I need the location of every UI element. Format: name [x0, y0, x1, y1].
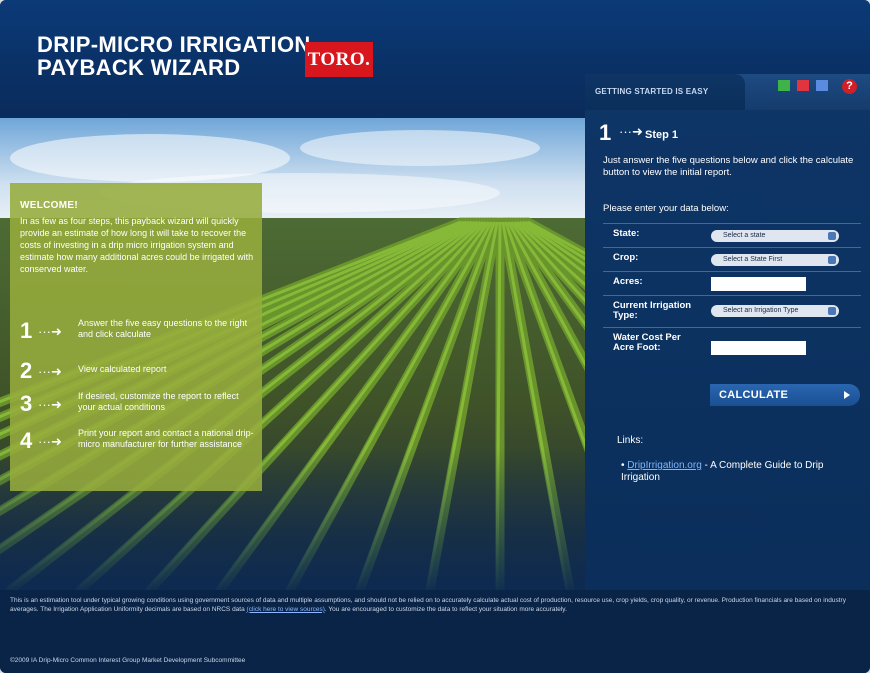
irrigation-label: Current Irrigation Type: [613, 300, 692, 321]
drip-irrigation-link[interactable]: DripIrrigation.org [627, 460, 701, 471]
step-panel: 1 ···➜ Step 1 Just answer the five quest… [585, 110, 870, 590]
step-number: 2 [20, 358, 33, 383]
acres-label: Acres: [613, 276, 643, 287]
wizard-frame: DRIP-MICRO IRRIGATION PAYBACK WIZARD TOR… [0, 0, 870, 673]
state-select[interactable]: Select a state [711, 230, 839, 242]
red-square-icon[interactable] [797, 80, 809, 91]
step-number: 1 [599, 120, 612, 145]
instructions: Just answer the five questions below and… [603, 155, 854, 178]
enter-data-label: Please enter your data below: [603, 203, 729, 214]
calculate-label: CALCULATE [719, 389, 789, 401]
chevron-down-icon [828, 307, 836, 315]
dotted-arrow-icon: ···➜ [38, 434, 62, 449]
acres-row: Acres: [603, 271, 861, 295]
state-select-value: Select a state [723, 232, 766, 239]
dotted-arrow-icon: ···➜ [38, 364, 62, 379]
welcome-step-2: 2 ···➜ View calculated report [20, 358, 260, 394]
irrigation-select[interactable]: Select an Irrigation Type [711, 305, 839, 317]
dotted-arrow-icon: ···➜ [38, 324, 62, 339]
chevron-down-icon [828, 232, 836, 240]
welcome-step-1: 1 ···➜ Answer the five easy questions to… [20, 318, 260, 354]
calculate-button[interactable]: CALCULATE [710, 384, 860, 406]
step-number: 4 [20, 428, 33, 453]
welcome-title: WELCOME! [20, 200, 78, 211]
crop-select-value: Select a State First [723, 256, 783, 263]
dotted-arrow-icon: ···➜ [38, 397, 62, 412]
title-line-1: DRIP-MICRO IRRIGATION [37, 32, 311, 57]
help-icon[interactable]: ? [842, 79, 857, 94]
step-text: Answer the five easy questions to the ri… [78, 318, 248, 339]
disclaimer-text-end: . You are encouraged to customize the da… [324, 605, 567, 613]
view-sources-link[interactable]: (click here to view sources) [247, 606, 325, 613]
title-line-2: PAYBACK WIZARD [37, 55, 241, 80]
step-text: Print your report and contact a national… [78, 428, 254, 449]
step-text: If desired, customize the report to refl… [78, 391, 239, 412]
welcome-panel: WELCOME! In as few as four steps, this p… [10, 183, 262, 491]
water-cost-row: Water Cost Per Acre Foot: [603, 327, 861, 365]
footer: This is an estimation tool under typical… [0, 590, 870, 673]
irrigation-row: Current Irrigation Type: Select an Irrig… [603, 295, 861, 327]
step-text: View calculated report [78, 364, 167, 374]
state-row: State: Select a state [603, 223, 861, 247]
toro-logo: TORO. [305, 42, 373, 77]
irrigation-select-value: Select an Irrigation Type [723, 307, 799, 314]
water-cost-label: Water Cost Per Acre Foot: [613, 332, 681, 353]
blue-square-icon[interactable] [816, 80, 828, 91]
state-label: State: [613, 228, 640, 239]
acres-input[interactable] [711, 277, 806, 291]
step-number: 1 [20, 318, 33, 343]
welcome-text: In as few as four steps, this payback wi… [20, 216, 254, 274]
green-square-icon[interactable] [778, 80, 790, 91]
welcome-step-3: 3 ···➜ If desired, customize the report … [20, 391, 260, 427]
dotted-arrow-icon: ···➜ [619, 124, 643, 139]
crop-select[interactable]: Select a State First [711, 254, 839, 266]
welcome-step-4: 4 ···➜ Print your report and contact a n… [20, 428, 260, 464]
chevron-down-icon [828, 256, 836, 264]
step-label: Step 1 [645, 129, 679, 141]
links-heading: Links: [617, 435, 644, 446]
crop-row: Crop: Select a State First [603, 247, 861, 271]
water-cost-input[interactable] [711, 341, 806, 355]
copyright: ©2009 IA Drip-Micro Common Interest Grou… [10, 657, 246, 664]
getting-started-tab: GETTING STARTED IS EASY [585, 74, 745, 110]
crop-label: Crop: [613, 252, 639, 263]
link-list-item: • DripIrrigation.org - A Complete Guide … [621, 460, 856, 484]
play-arrow-icon [844, 391, 850, 399]
step-number: 3 [20, 391, 33, 416]
page-title: DRIP-MICRO IRRIGATION PAYBACK WIZARD [37, 33, 311, 79]
disclaimer: This is an estimation tool under typical… [10, 597, 865, 614]
